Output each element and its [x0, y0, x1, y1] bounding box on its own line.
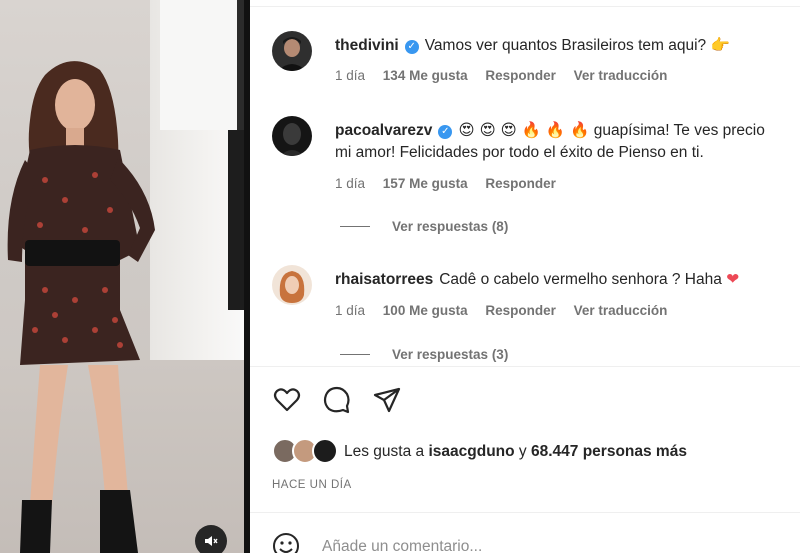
top-divider	[250, 6, 800, 7]
translate-button[interactable]: Ver traducción	[574, 303, 668, 318]
comment-input[interactable]	[322, 534, 762, 553]
view-replies-label: Ver respuestas (3)	[392, 347, 509, 362]
avatar[interactable]	[272, 31, 312, 71]
avatar[interactable]	[272, 265, 312, 305]
likes-connector: y	[518, 443, 527, 460]
red-heart-emoji: ❤	[726, 270, 740, 288]
comment-likes[interactable]: 100 Me gusta	[383, 303, 468, 318]
likes-prefix: Les gusta a	[344, 443, 425, 460]
view-replies-button[interactable]: Ver respuestas (3)	[340, 347, 508, 362]
likes-text: Les gusta a isaacgduno y 68.447 personas…	[344, 443, 687, 461]
muted-speaker-icon	[205, 536, 218, 546]
liker-username[interactable]: isaacgduno	[428, 443, 514, 460]
comment-body: Vamos ver quantos Brasileiros tem aqui?	[424, 37, 707, 54]
comment-username[interactable]: pacoalvarezv	[335, 122, 432, 139]
comment-meta: 1 día 134 Me gusta Responder Ver traducc…	[335, 68, 681, 83]
comment-time[interactable]: 1 día	[335, 176, 365, 191]
woman-figure	[7, 61, 155, 553]
reply-button[interactable]: Responder	[485, 176, 556, 191]
comment-text: rhaisatorrees Cadê o cabelo vermelho senh…	[335, 268, 800, 291]
emoji-picker-icon[interactable]	[272, 532, 300, 553]
comment-time[interactable]: 1 día	[335, 303, 365, 318]
input-divider	[250, 512, 800, 513]
post-media-video[interactable]	[0, 0, 250, 553]
comment-text: thedivini ✓ Vamos ver quantos Brasileiros …	[335, 34, 800, 57]
comments-panel: thedivini ✓ Vamos ver quantos Brasileiros …	[250, 0, 800, 553]
comment-text: pacoalvarezv ✓ 😍 😍 😍 🔥 🔥 🔥 guapísima! Te v…	[335, 119, 800, 164]
heart-icon[interactable]	[272, 385, 302, 415]
translate-button[interactable]: Ver traducción	[574, 68, 668, 83]
avatar[interactable]	[272, 116, 312, 156]
comment-username[interactable]: rhaisatorrees	[335, 271, 433, 288]
verified-badge-icon: ✓	[404, 40, 419, 54]
reply-button[interactable]: Responder	[485, 68, 556, 83]
replies-dash	[340, 354, 370, 355]
liker-avatar[interactable]	[312, 438, 338, 464]
add-comment-bar	[272, 530, 782, 553]
comment-time[interactable]: 1 día	[335, 68, 365, 83]
comment-body: guapísima! Te ves precio	[593, 122, 765, 139]
reply-button[interactable]: Responder	[485, 303, 556, 318]
comment-body-line2: mi amor! Felicidades por todo el éxito d…	[335, 144, 704, 161]
pointing-hand-emoji: 👉	[710, 36, 730, 54]
replies-dash	[340, 226, 370, 227]
comment-body: Cadê o cabelo vermelho senhora ? Haha	[439, 271, 722, 288]
view-replies-button[interactable]: Ver respuestas (8)	[340, 219, 508, 234]
view-replies-label: Ver respuestas (8)	[392, 219, 509, 234]
emoji-sequence: 😍 😍 😍 🔥 🔥 🔥	[458, 121, 590, 139]
post-timestamp[interactable]: HACE UN DÍA	[272, 479, 352, 491]
actions-divider	[250, 366, 800, 367]
comment-icon[interactable]	[322, 385, 352, 415]
share-icon[interactable]	[372, 385, 402, 415]
comment-username[interactable]: thedivini	[335, 37, 399, 54]
verified-badge-icon: ✓	[438, 125, 453, 139]
likes-count[interactable]: 68.447 personas más	[531, 443, 687, 460]
comment-likes[interactable]: 157 Me gusta	[383, 176, 468, 191]
mute-button[interactable]	[195, 525, 227, 553]
comment-meta: 1 día 100 Me gusta Responder Ver traducc…	[335, 303, 681, 318]
comment-meta: 1 día 157 Me gusta Responder	[335, 176, 570, 191]
comment-likes[interactable]: 134 Me gusta	[383, 68, 468, 83]
